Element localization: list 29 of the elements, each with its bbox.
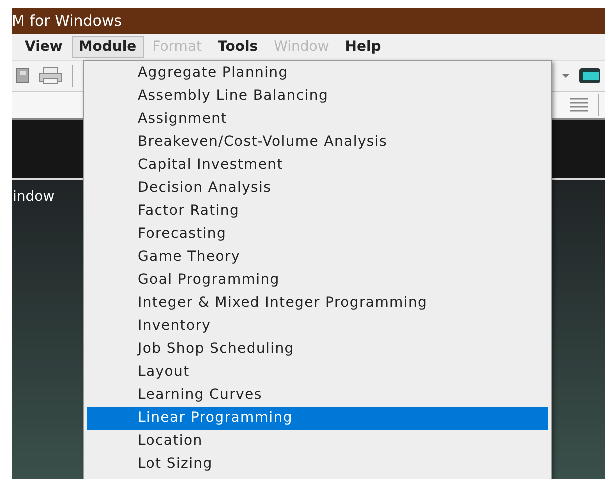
menu-item[interactable]: Game Theory: [87, 246, 548, 269]
menu-item[interactable]: Goal Programming: [87, 269, 548, 292]
menu-item[interactable]: Capital Investment: [87, 154, 548, 177]
window-label: indow: [13, 189, 55, 205]
menu-item[interactable]: Forecasting: [87, 223, 548, 246]
align-lines-icon[interactable]: [568, 98, 590, 112]
menu-item[interactable]: Help: [338, 36, 388, 58]
menu-item[interactable]: Linear Programming: [87, 407, 548, 430]
menu-item[interactable]: Breakeven/Cost-Volume Analysis: [87, 131, 548, 154]
menu-item[interactable]: View: [18, 36, 70, 58]
menu-item[interactable]: Integer & Mixed Integer Programming: [87, 292, 548, 315]
menu-item[interactable]: Tools: [211, 36, 266, 58]
print-icon[interactable]: [38, 66, 64, 86]
menu-item[interactable]: Module: [72, 36, 144, 58]
menu-item[interactable]: Job Shop Scheduling: [87, 338, 548, 361]
menu-item[interactable]: Location: [87, 430, 548, 453]
menu-item[interactable]: Decision Analysis: [87, 177, 548, 200]
menu-item[interactable]: Inventory: [87, 315, 548, 338]
window-title: M for Windows: [12, 12, 122, 30]
menu-item[interactable]: Lot Sizing: [87, 453, 548, 476]
menu-item[interactable]: Aggregate Planning: [87, 62, 548, 85]
menu-item[interactable]: Learning Curves: [87, 384, 548, 407]
save-icon[interactable]: [16, 67, 30, 85]
monitor-icon[interactable]: [579, 68, 601, 84]
menu-item[interactable]: Layout: [87, 361, 548, 384]
menu-item[interactable]: Factor Rating: [87, 200, 548, 223]
menu-item[interactable]: Assembly Line Balancing: [87, 85, 548, 108]
dropdown-arrow-icon[interactable]: [561, 73, 571, 79]
menu-item[interactable]: Assignment: [87, 108, 548, 131]
